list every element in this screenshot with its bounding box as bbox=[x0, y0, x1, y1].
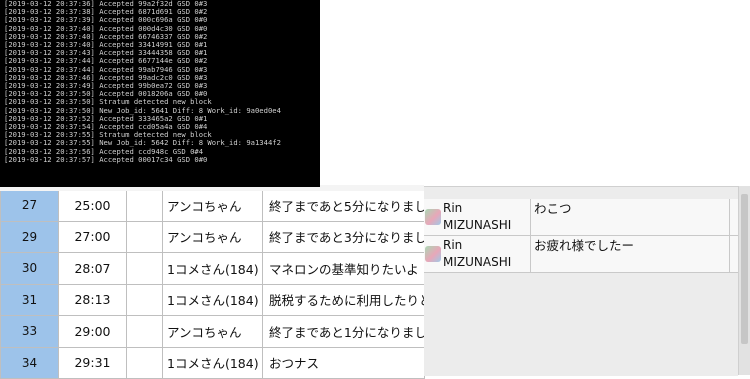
comment-number: 27 bbox=[0, 189, 59, 222]
comment-text: マネロンの基準知りたいよ bbox=[262, 252, 425, 285]
comment-number: 29 bbox=[0, 220, 59, 253]
comment-user: アンコちゃん bbox=[162, 189, 263, 222]
comment-time: 25:00 bbox=[58, 189, 127, 222]
console-line: [2019-03-12 20:37:57] Accepted 00017c34 … bbox=[4, 154, 208, 164]
table-row[interactable]: 31 28:13 1コメさん(184) 脱税するために利用したりとか bbox=[0, 283, 425, 316]
chat-username: Rin MIZUNASHI bbox=[443, 236, 531, 273]
comment-flag-cell bbox=[126, 346, 163, 379]
comment-text: 終了まであと5分になりました bbox=[262, 189, 425, 222]
comment-user: 1コメさん(184) bbox=[162, 283, 263, 316]
comment-text: 脱税するために利用したりとか bbox=[262, 283, 425, 316]
chat-message-text: わこつ bbox=[534, 199, 730, 236]
comment-flag-cell bbox=[126, 252, 163, 285]
comment-time: 29:31 bbox=[58, 346, 127, 379]
table-row[interactable]: 27 25:00 アンコちゃん 終了まであと5分になりました bbox=[0, 189, 425, 222]
comment-time: 28:13 bbox=[58, 283, 127, 316]
chat-scrollbar[interactable] bbox=[738, 186, 750, 375]
comment-time: 28:07 bbox=[58, 252, 127, 285]
comment-number: 34 bbox=[0, 346, 59, 379]
chat-message-text: お疲れ様でしたー bbox=[534, 236, 730, 273]
chat-message-row[interactable]: Rin MIZUNASHI わこつ bbox=[424, 199, 738, 236]
comment-flag-cell bbox=[126, 283, 163, 316]
comment-time: 29:00 bbox=[58, 315, 127, 348]
user-avatar-icon bbox=[425, 246, 441, 262]
comment-number: 33 bbox=[0, 315, 59, 348]
comment-number: 31 bbox=[0, 283, 59, 316]
comment-text: おつナス bbox=[262, 346, 425, 379]
chat-message-row[interactable]: Rin MIZUNASHI お疲れ様でしたー bbox=[424, 236, 738, 273]
comment-number: 30 bbox=[0, 252, 59, 285]
comment-table: 27 25:00 アンコちゃん 終了まであと5分になりました 29 27:00 … bbox=[0, 189, 425, 379]
chat-header-area bbox=[424, 0, 750, 197]
miner-console: [2019-03-12 20:37:36] Accepted 99a2f32d … bbox=[0, 0, 320, 187]
comment-user: 1コメさん(184) bbox=[162, 252, 263, 285]
comment-user: アンコちゃん bbox=[162, 220, 263, 253]
comment-text: 終了まであと3分になりました bbox=[262, 220, 425, 253]
comment-text: 終了まであと1分になりました bbox=[262, 315, 425, 348]
comment-flag-cell bbox=[126, 220, 163, 253]
comment-user: アンコちゃん bbox=[162, 315, 263, 348]
user-avatar-icon bbox=[425, 209, 441, 225]
comment-time: 27:00 bbox=[58, 220, 127, 253]
comment-flag-cell bbox=[126, 189, 163, 222]
table-row[interactable]: 29 27:00 アンコちゃん 終了まであと3分になりました bbox=[0, 220, 425, 253]
chat-username: Rin MIZUNASHI bbox=[443, 199, 531, 236]
comment-user: 1コメさん(184) bbox=[162, 346, 263, 379]
scrollbar-thumb[interactable] bbox=[741, 194, 748, 344]
table-row[interactable]: 34 29:31 1コメさん(184) おつナス bbox=[0, 346, 425, 379]
table-row[interactable]: 33 29:00 アンコちゃん 終了まであと1分になりました bbox=[0, 315, 425, 348]
table-row[interactable]: 30 28:07 1コメさん(184) マネロンの基準知りたいよ bbox=[0, 252, 425, 285]
comment-flag-cell bbox=[126, 315, 163, 348]
